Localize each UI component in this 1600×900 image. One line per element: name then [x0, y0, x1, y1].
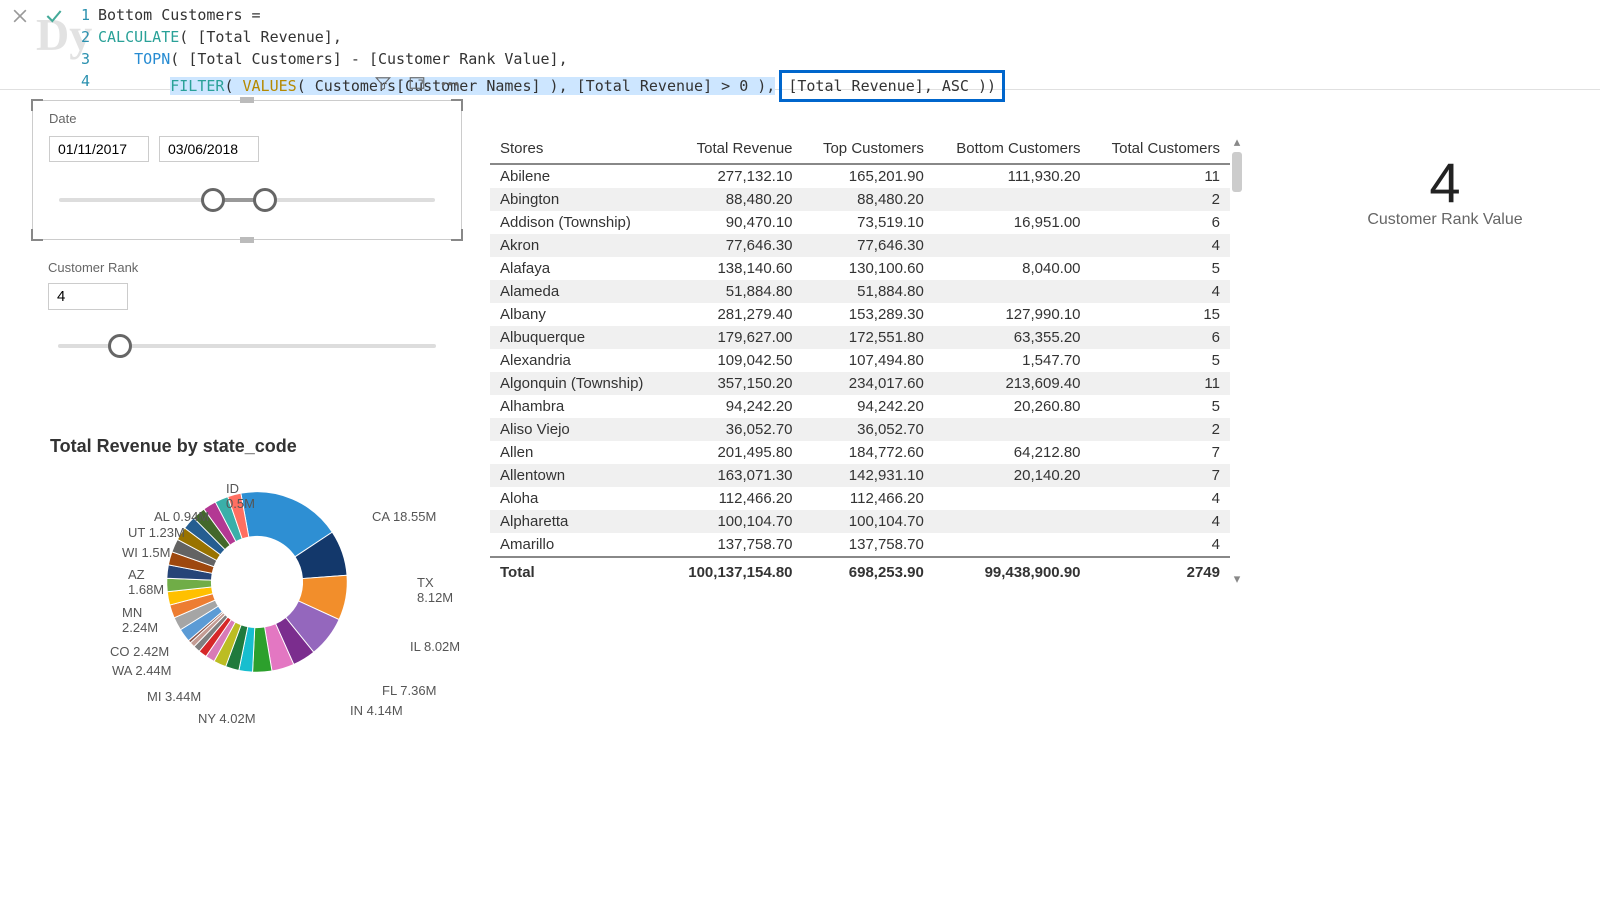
- table-row[interactable]: Albany281,279.40153,289.30127,990.1015: [490, 303, 1230, 326]
- table-row[interactable]: Albuquerque179,627.00172,551.8063,355.20…: [490, 326, 1230, 349]
- table-row[interactable]: Amarillo137,758.70137,758.704: [490, 533, 1230, 557]
- table-row[interactable]: Alameda51,884.8051,884.804: [490, 280, 1230, 303]
- table-scrollbar[interactable]: ▴ ▾: [1230, 134, 1244, 587]
- donut-slice-label: WI 1.5M: [122, 545, 170, 560]
- cancel-icon[interactable]: [10, 6, 30, 29]
- donut-chart-title: Total Revenue by state_code: [50, 436, 462, 457]
- card-value: 4: [1330, 150, 1560, 215]
- stores-table[interactable]: StoresTotal RevenueTop CustomersBottom C…: [490, 134, 1230, 587]
- filter-icon[interactable]: [373, 73, 393, 93]
- donut-slice-label: ID0.5M: [226, 481, 255, 511]
- date-slider-thumb-end[interactable]: [253, 188, 277, 212]
- table-row[interactable]: Alpharetta100,104.70100,104.704: [490, 510, 1230, 533]
- formula-bar: 1Bottom Customers =2CALCULATE( [Total Re…: [0, 0, 1600, 90]
- scroll-up-icon[interactable]: ▴: [1230, 134, 1244, 150]
- date-slicer[interactable]: ••• Date: [32, 100, 462, 240]
- date-range-slider[interactable]: [49, 180, 445, 220]
- table-row[interactable]: Allen201,495.80184,772.6064,212.807: [490, 441, 1230, 464]
- table-row[interactable]: Abington88,480.2088,480.202: [490, 188, 1230, 211]
- customer-rank-card: 4 Customer Rank Value: [1330, 150, 1560, 229]
- customer-rank-slider[interactable]: [48, 326, 446, 366]
- donut-slice-label: AL 0.94M: [154, 509, 209, 524]
- table-row[interactable]: Algonquin (Township)357,150.20234,017.60…: [490, 372, 1230, 395]
- table-row[interactable]: Alexandria109,042.50107,494.801,547.705: [490, 349, 1230, 372]
- focus-mode-icon[interactable]: [407, 73, 427, 93]
- customer-rank-slicer[interactable]: Customer Rank: [32, 254, 462, 386]
- table-row[interactable]: Addison (Township)90,470.1073,519.1016,9…: [490, 211, 1230, 234]
- table-header[interactable]: Stores: [490, 134, 668, 164]
- rank-label: Customer Rank: [48, 260, 446, 275]
- table-header[interactable]: Total Customers: [1091, 134, 1230, 164]
- table-header[interactable]: Bottom Customers: [934, 134, 1091, 164]
- formula-editor[interactable]: 1Bottom Customers =2CALCULATE( [Total Re…: [74, 0, 1600, 106]
- revenue-by-state-chart[interactable]: Total Revenue by state_code CA 18.55M TX8…: [32, 436, 462, 767]
- date-to-input[interactable]: [159, 136, 259, 162]
- scroll-thumb[interactable]: [1232, 152, 1242, 192]
- date-slider-thumb-start[interactable]: [201, 188, 225, 212]
- customer-rank-input[interactable]: [48, 283, 128, 310]
- more-options-icon[interactable]: •••: [441, 73, 461, 93]
- donut-slice-label: TX8.12M: [417, 575, 453, 605]
- table-row[interactable]: Aliso Viejo36,052.7036,052.702: [490, 418, 1230, 441]
- donut-slice-label: FL 7.36M: [382, 683, 436, 698]
- table-header[interactable]: Top Customers: [803, 134, 934, 164]
- donut-slice-label: CO 2.42M: [110, 644, 169, 659]
- card-label: Customer Rank Value: [1330, 211, 1560, 229]
- table-row[interactable]: Alafaya138,140.60130,100.608,040.005: [490, 257, 1230, 280]
- date-from-input[interactable]: [49, 136, 149, 162]
- donut-slice-label: MN2.24M: [122, 605, 158, 635]
- donut-slice-label: IN 4.14M: [350, 703, 403, 718]
- scroll-down-icon[interactable]: ▾: [1230, 571, 1244, 587]
- table-header[interactable]: Total Revenue: [668, 134, 803, 164]
- table-row[interactable]: Aloha112,466.20112,466.204: [490, 487, 1230, 510]
- donut-slice-label: AZ1.68M: [128, 567, 164, 597]
- date-label: Date: [49, 111, 445, 126]
- table-row[interactable]: Allentown163,071.30142,931.1020,140.207: [490, 464, 1230, 487]
- donut-slice-label: WA 2.44M: [112, 663, 171, 678]
- rank-slider-thumb[interactable]: [108, 334, 132, 358]
- commit-icon[interactable]: [44, 6, 64, 29]
- donut-slice-label: IL 8.02M: [410, 639, 460, 654]
- donut-slice-label: MI 3.44M: [147, 689, 201, 704]
- donut-slice-label: UT 1.23M: [128, 525, 185, 540]
- donut-slice-label: CA 18.55M: [372, 509, 436, 524]
- donut-slice-label: NY 4.02M: [198, 711, 256, 726]
- table-row[interactable]: Akron77,646.3077,646.304: [490, 234, 1230, 257]
- table-row[interactable]: Alhambra94,242.2094,242.2020,260.805: [490, 395, 1230, 418]
- table-row[interactable]: Abilene277,132.10165,201.90111,930.2011: [490, 164, 1230, 188]
